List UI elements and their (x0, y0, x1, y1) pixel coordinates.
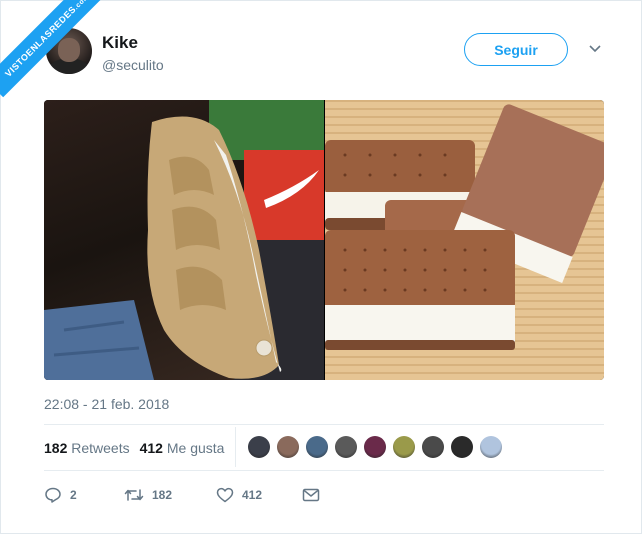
tweet-actions: 2 182 412 (44, 486, 320, 504)
sneaker-image[interactable] (44, 100, 324, 380)
ice-cream-image[interactable] (325, 100, 604, 380)
reply-icon (45, 487, 61, 503)
likes-label: Me gusta (166, 440, 225, 456)
chevron-down-icon[interactable] (588, 44, 602, 54)
liker-avatars (248, 436, 502, 458)
liker-avatar[interactable] (335, 436, 357, 458)
retweet-button[interactable]: 182 (124, 487, 216, 503)
watermark-suffix: .com (72, 0, 91, 12)
tweet-media[interactable] (44, 100, 604, 380)
like-count: 412 (242, 488, 263, 502)
liker-avatar[interactable] (248, 436, 270, 458)
divider (44, 424, 604, 425)
direct-message-button[interactable] (302, 488, 320, 502)
retweet-count: 182 (152, 488, 173, 502)
envelope-icon (302, 488, 320, 502)
liker-avatar[interactable] (451, 436, 473, 458)
liker-avatar[interactable] (480, 436, 502, 458)
display-name[interactable]: Kike (102, 33, 138, 53)
liker-avatar[interactable] (393, 436, 415, 458)
heart-icon (216, 487, 234, 503)
user-handle[interactable]: @seculito (102, 57, 164, 73)
liker-avatar[interactable] (364, 436, 386, 458)
like-button[interactable]: 412 (216, 487, 302, 503)
tweet-timestamp[interactable]: 22:08 - 21 feb. 2018 (44, 396, 169, 412)
follow-button[interactable]: Seguir (464, 33, 568, 66)
stats-separator (235, 427, 236, 467)
liker-avatar[interactable] (277, 436, 299, 458)
retweets-stat[interactable]: 182 Retweets (44, 440, 130, 456)
reply-count: 2 (70, 488, 77, 502)
likes-stat[interactable]: 412 Me gusta (140, 440, 225, 456)
divider (44, 470, 604, 471)
likes-count: 412 (139, 440, 163, 456)
reply-button[interactable]: 2 (44, 486, 124, 504)
liker-avatar[interactable] (422, 436, 444, 458)
retweets-count: 182 (44, 440, 68, 456)
liker-avatar[interactable] (306, 436, 328, 458)
tweet-stats: 182 Retweets 412 Me gusta (44, 440, 224, 456)
retweet-icon (124, 489, 144, 501)
retweets-label: Retweets (71, 440, 130, 456)
